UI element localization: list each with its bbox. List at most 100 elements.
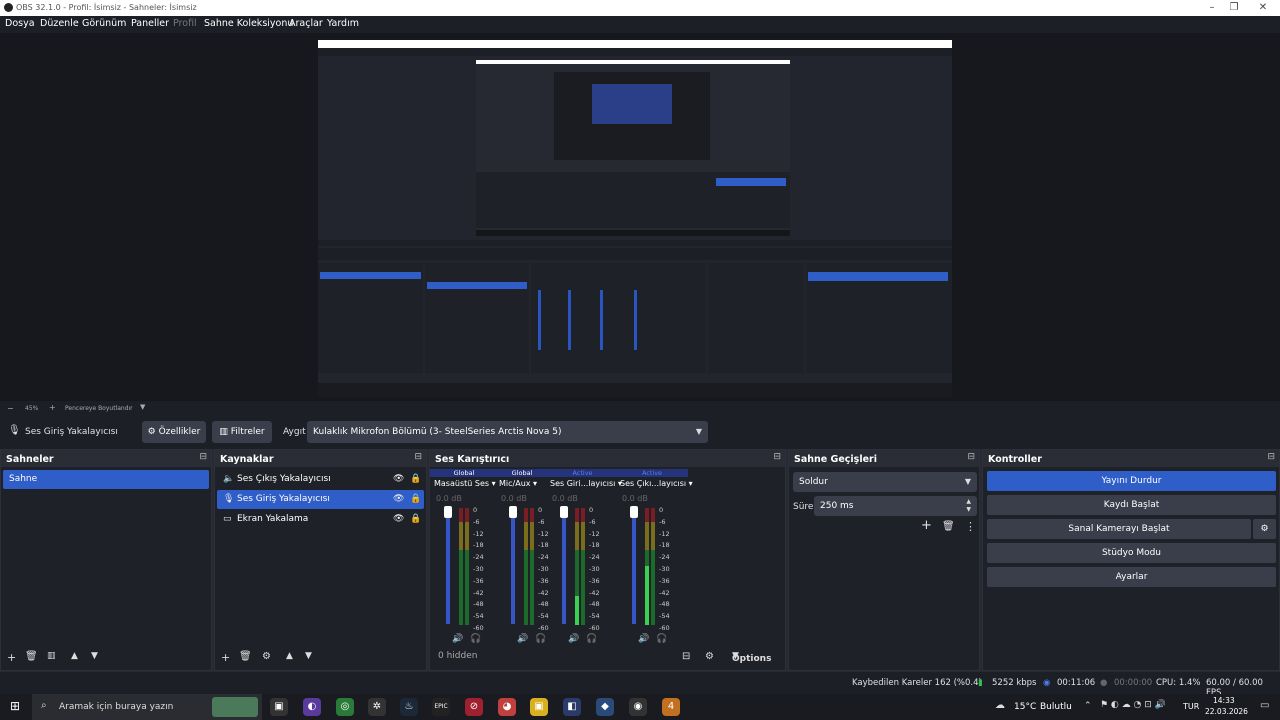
headphones-icon[interactable]: 🎧 <box>535 634 546 644</box>
duration-input[interactable]: 250 ms ▲ ▼ <box>814 496 977 516</box>
browser-icon[interactable]: ◎ <box>336 698 354 716</box>
add-transition-icon[interactable]: + <box>921 518 932 533</box>
move-down-icon[interactable]: ▼ <box>91 651 98 661</box>
undock-icon[interactable]: ⊟ <box>773 452 781 462</box>
clock-date[interactable]: 22.03.2026 <box>1205 707 1248 716</box>
maximize-icon[interactable]: ❐ <box>1227 1 1241 14</box>
move-up-icon[interactable]: ▲ <box>71 651 78 661</box>
properties-button[interactable]: ⚙ Özellikler <box>142 421 206 443</box>
more-icon[interactable]: ⋮ <box>965 520 976 533</box>
headphones-icon[interactable]: 🎧 <box>656 634 667 644</box>
volume-slider-handle[interactable] <box>630 506 638 518</box>
virtual-camera-settings-button[interactable]: ⚙ <box>1253 519 1276 539</box>
app-icon[interactable]: ◐ <box>303 698 321 716</box>
stepper-down-icon[interactable]: ▼ <box>966 500 971 520</box>
channel-name[interactable]: Masaüstü Ses ▾ <box>434 479 496 488</box>
channel-name[interactable]: Ses Giri...layıcısı ▾ <box>550 479 622 488</box>
app-icon[interactable]: ▣ <box>530 698 548 716</box>
start-recording-button[interactable]: Kaydı Başlat <box>987 495 1276 515</box>
studio-mode-button[interactable]: Stüdyo Modu <box>987 543 1276 563</box>
trash-icon[interactable]: 🗑 <box>239 651 252 662</box>
volume-slider-handle[interactable] <box>560 506 568 518</box>
epic-games-icon[interactable]: EPIC <box>432 698 450 716</box>
undock-icon[interactable]: ⊟ <box>967 452 975 462</box>
filters-button[interactable]: ▥ Filtreler <box>212 421 272 443</box>
speaker-icon[interactable]: 🔊 <box>452 634 463 644</box>
menu-help[interactable]: Yardım <box>327 18 359 29</box>
menu-file[interactable]: Dosya <box>5 18 35 29</box>
gear-icon[interactable]: ⚙ <box>262 651 271 662</box>
speaker-icon[interactable]: 🔊 <box>568 634 579 644</box>
fit-to-window-label[interactable]: Pencereye Boyutlandır <box>65 405 133 412</box>
clock-time[interactable]: 14:33 <box>1213 696 1235 705</box>
chevron-up-icon[interactable]: ⌃ <box>1084 701 1092 711</box>
headphones-icon[interactable]: 🎧 <box>586 634 597 644</box>
undock-icon[interactable]: ⊟ <box>414 452 422 462</box>
zoom-in-button[interactable]: + <box>49 403 56 412</box>
device-select[interactable]: Kulaklık Mikrofon Bölümü (3- SteelSeries… <box>307 421 708 443</box>
settings-button[interactable]: Ayarlar <box>987 567 1276 587</box>
obs-icon[interactable]: ◉ <box>629 698 647 716</box>
undock-icon[interactable]: ⊟ <box>199 452 207 462</box>
volume-slider-handle[interactable] <box>509 506 517 518</box>
channel-name[interactable]: Mic/Aux ▾ <box>499 479 537 488</box>
volume-slider[interactable] <box>632 510 636 624</box>
app-icon[interactable]: ✲ <box>368 698 386 716</box>
menu-docks[interactable]: Paneller <box>131 18 169 29</box>
steam-icon[interactable]: ♨ <box>400 698 418 716</box>
trash-icon[interactable]: 🗑 <box>25 651 38 662</box>
chevron-down-icon[interactable]: ▼ <box>140 403 145 411</box>
add-scene-icon[interactable]: + <box>7 651 16 664</box>
source-item[interactable]: ▭ Ekran Yakalama 👁 🔒 <box>217 510 424 529</box>
add-source-icon[interactable]: + <box>221 651 230 664</box>
move-down-icon[interactable]: ▼ <box>305 651 312 661</box>
source-item[interactable]: 🔈 Ses Çıkış Yakalayıcısı 👁 🔒 <box>217 470 424 489</box>
eye-icon[interactable]: 👁 <box>393 510 404 529</box>
notification-icon[interactable]: ▭ <box>1260 700 1269 711</box>
volume-slider[interactable] <box>511 510 515 624</box>
volume-slider-handle[interactable] <box>444 506 452 518</box>
lock-icon[interactable]: 🔒 <box>410 490 421 509</box>
menu-profile[interactable]: Profil <box>173 18 197 29</box>
close-icon[interactable]: ✕ <box>1256 1 1270 14</box>
menu-edit[interactable]: Düzenle <box>40 18 79 29</box>
app-icon[interactable]: ◆ <box>596 698 614 716</box>
zoom-out-button[interactable]: − <box>7 404 14 413</box>
start-virtual-camera-button[interactable]: Sanal Kamerayı Başlat <box>987 519 1251 539</box>
app-icon[interactable]: ◧ <box>563 698 581 716</box>
speaker-icon[interactable]: 🔊 <box>638 634 649 644</box>
lock-icon[interactable]: 🔒 <box>410 510 421 529</box>
language[interactable]: TUR <box>1183 702 1199 711</box>
minimize-icon[interactable]: – <box>1205 1 1219 14</box>
move-up-icon[interactable]: ▲ <box>286 651 293 661</box>
stop-stream-button[interactable]: Yayını Durdur <box>987 471 1276 491</box>
transition-select[interactable]: Soldur ▼ <box>793 472 977 492</box>
tray-icons[interactable]: ⚑ ◐ ☁ ◔ ⊡ 🔊 <box>1100 700 1166 710</box>
channel-name[interactable]: Ses Çıkı...layıcısı ▾ <box>620 479 693 488</box>
app-icon[interactable]: ⊘ <box>465 698 483 716</box>
undock-icon[interactable]: ⊟ <box>1267 452 1275 462</box>
trash-icon[interactable]: 🗑 <box>942 521 955 532</box>
eye-icon[interactable]: 👁 <box>393 490 404 509</box>
menu-view[interactable]: Görünüm <box>82 18 126 29</box>
options-button[interactable]: Options ▼ <box>732 651 771 664</box>
headphones-icon[interactable]: 🎧 <box>470 634 481 644</box>
menu-tools[interactable]: Araçlar <box>289 18 323 29</box>
filter-icon[interactable]: ▥ <box>47 651 56 661</box>
lock-icon[interactable]: 🔒 <box>410 470 421 489</box>
hidden-count[interactable]: 0 hidden <box>438 651 477 661</box>
app-icon[interactable]: ◕ <box>498 698 516 716</box>
speaker-icon[interactable]: 🔊 <box>517 634 528 644</box>
source-item[interactable]: 🎙 Ses Giriş Yakalayıcısı 👁 🔒 <box>217 490 424 509</box>
volume-slider[interactable] <box>562 510 566 624</box>
windows-start-icon[interactable]: ⊞ <box>10 699 20 713</box>
app-icon[interactable]: 4 <box>662 698 680 716</box>
link-icon[interactable]: ⚙ <box>705 651 714 662</box>
eye-icon[interactable]: 👁 <box>393 470 404 489</box>
scene-item[interactable]: Sahne <box>3 470 209 489</box>
taskbar-search[interactable]: ⌕ Aramak için buraya yazın <box>32 694 262 720</box>
menu-scene-collection[interactable]: Sahne Koleksiyonu <box>204 18 293 29</box>
volume-slider[interactable] <box>446 510 450 624</box>
preview-canvas[interactable] <box>318 40 952 397</box>
layout-icon[interactable]: ⊟ <box>682 651 690 662</box>
